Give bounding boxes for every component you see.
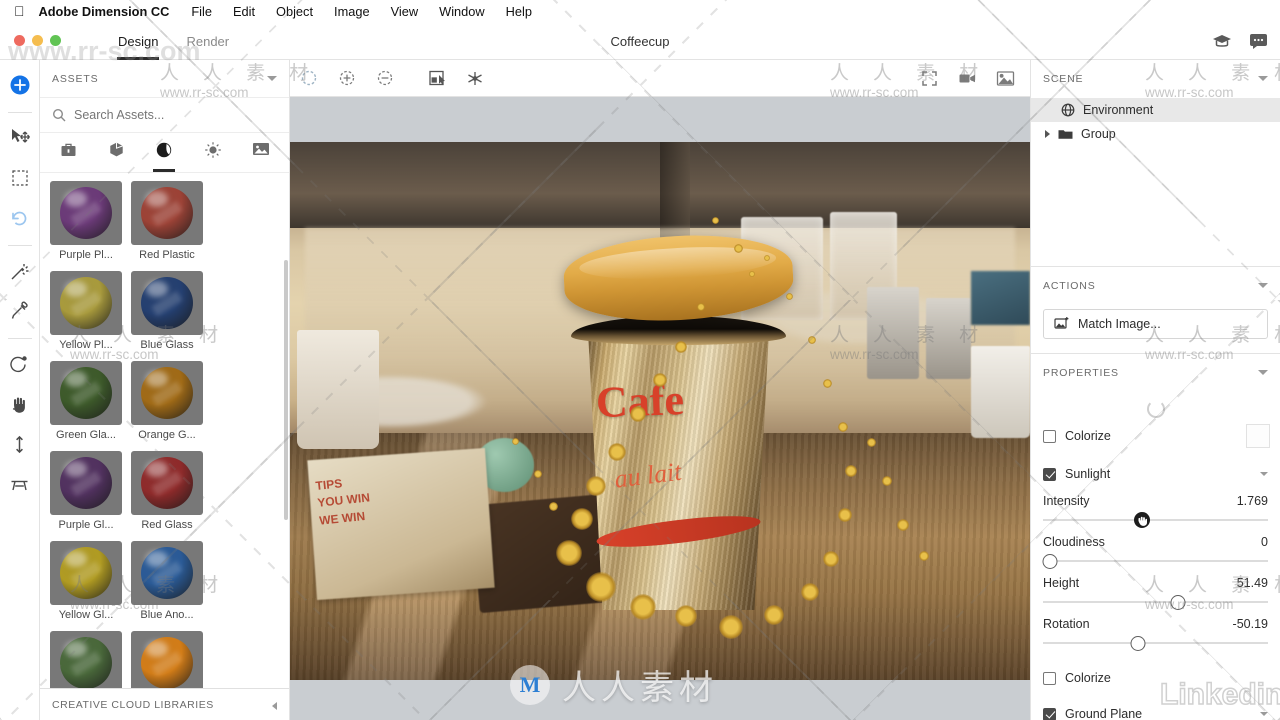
application-window:  Adobe Dimension CC File Edit Object Im… [0, 0, 1280, 720]
watermark-dashed-grid [0, 0, 1280, 720]
